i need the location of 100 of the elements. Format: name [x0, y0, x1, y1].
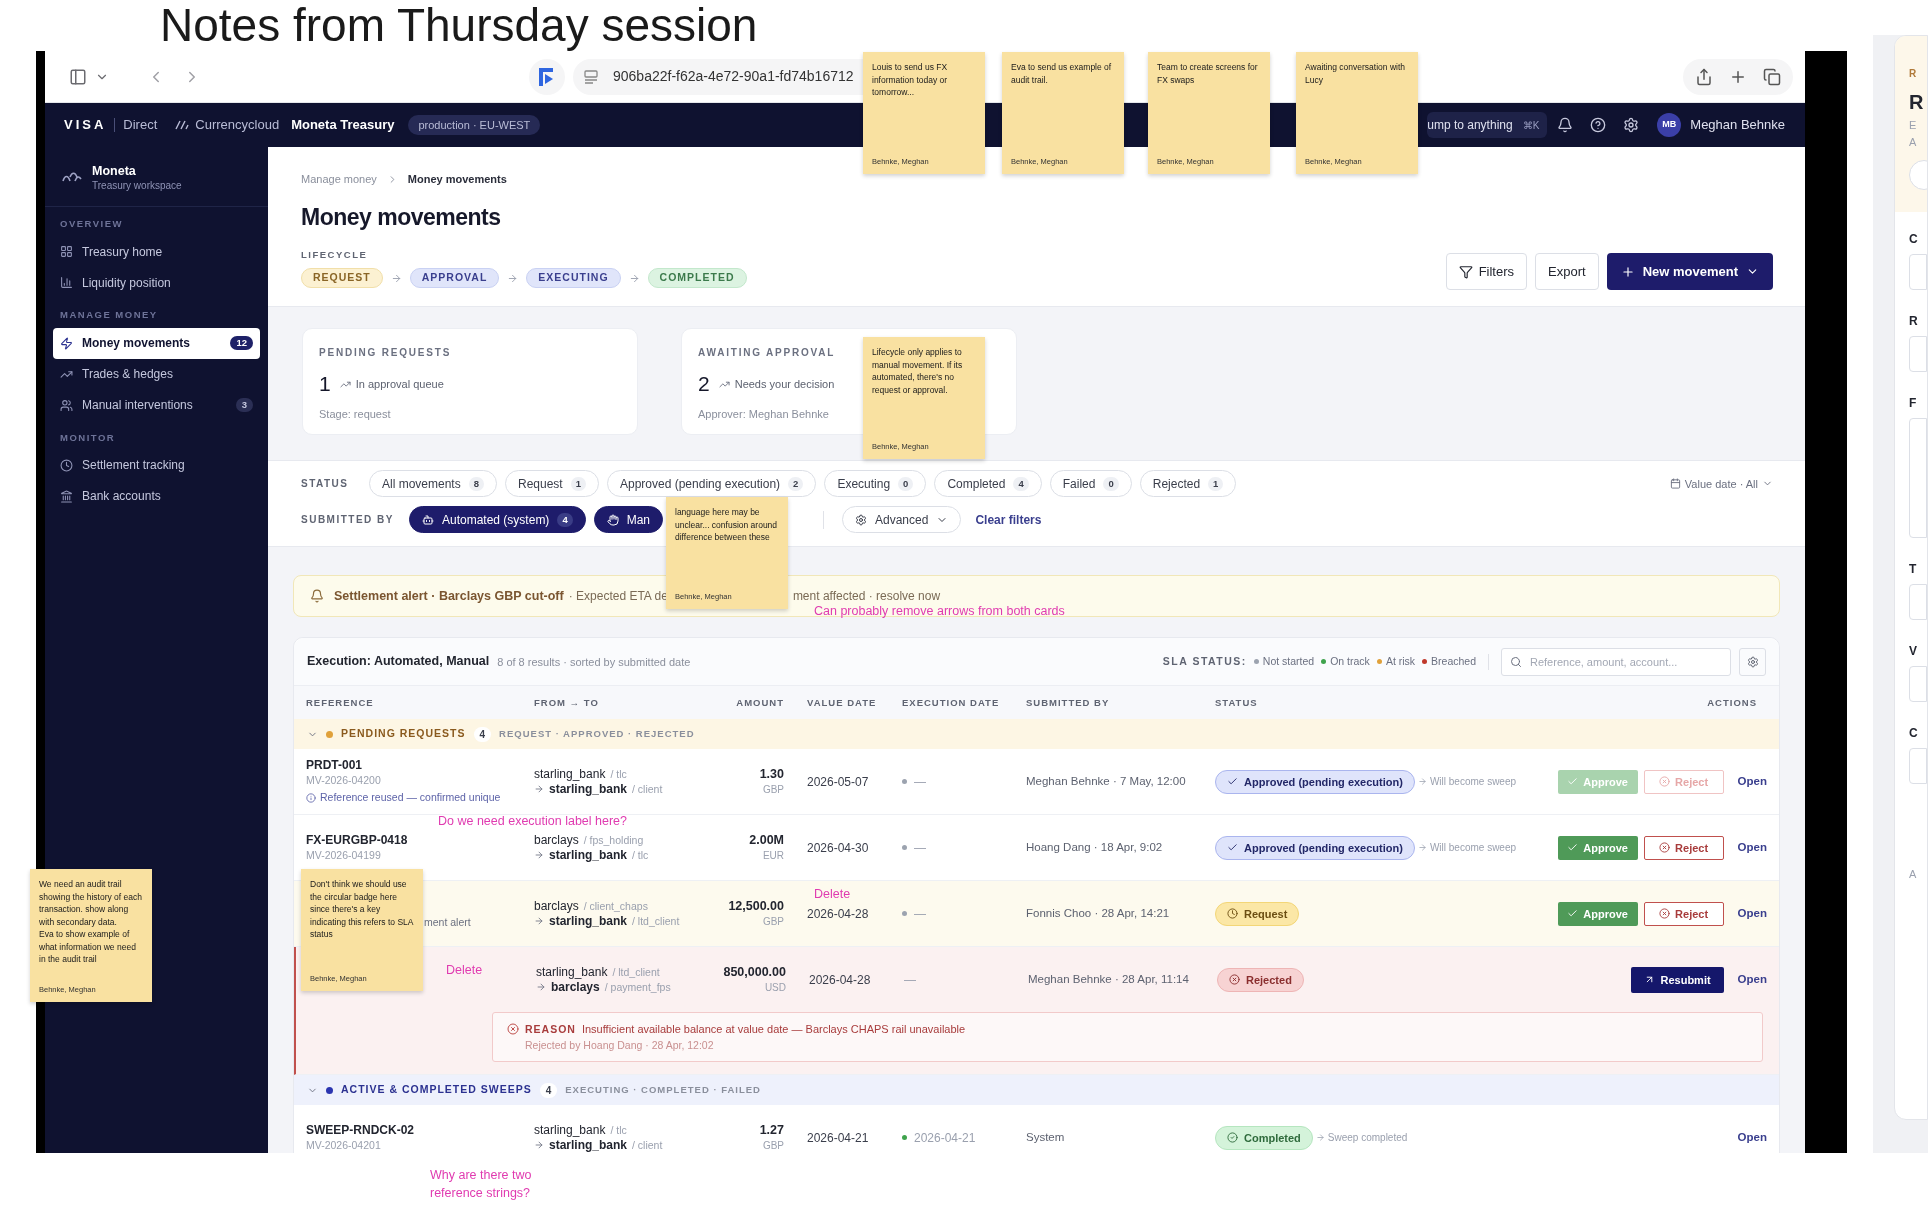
product-name: Currencycloud: [195, 116, 280, 135]
from-subaccount: / tlc: [610, 766, 627, 782]
status-filter-chip[interactable]: Approved (pending execution) 2: [607, 470, 817, 498]
nav-item[interactable]: Trades & hedges: [53, 358, 260, 390]
table-search-field[interactable]: Reference, amount, account...: [1501, 647, 1731, 676]
user-avatar[interactable]: MB: [1657, 113, 1682, 137]
group-header[interactable]: PENDING REQUESTS 4 REQUEST · APPROVED · REJECTED: [294, 719, 1779, 750]
status-filter-chip[interactable]: Executing 0: [824, 470, 927, 498]
search-field[interactable]: ump to anything ⌘K: [1427, 112, 1548, 138]
count-badge: 12: [230, 335, 253, 351]
filters-button[interactable]: Filters: [1445, 253, 1528, 291]
breadcrumb-current: Money movements: [407, 172, 507, 187]
value-date: 2026-04-28: [809, 971, 871, 989]
field-label: F: [1909, 395, 1918, 412]
from-account: barclays: [534, 898, 579, 914]
settings-icon: [855, 513, 867, 526]
nav-icon: [60, 458, 73, 472]
nav-icon: [60, 336, 73, 350]
reject-button[interactable]: Reject: [1643, 901, 1724, 926]
info-icon: [306, 792, 316, 803]
status-filter-chip[interactable]: Failed 0: [1049, 470, 1132, 498]
group-title: PENDING REQUESTS: [341, 726, 466, 742]
app-button[interactable]: [529, 58, 565, 95]
currency-code: GBP: [762, 914, 784, 929]
status-pill: Completed: [1215, 1125, 1313, 1150]
nav-item[interactable]: Settlement tracking: [53, 449, 260, 481]
nav-item[interactable]: Liquidity position: [53, 267, 260, 299]
execution-date: —: [914, 839, 926, 857]
open-link[interactable]: Open: [1737, 905, 1767, 923]
notifications-icon[interactable]: [1557, 117, 1574, 133]
input-field[interactable]: [1909, 254, 1927, 290]
input-field[interactable]: [1909, 418, 1927, 538]
date-filter-dropdown[interactable]: Value date · All: [1669, 475, 1773, 492]
submitted-by: Hoang Dang · 18 Apr, 9:02: [1026, 840, 1164, 856]
export-button[interactable]: Export: [1535, 253, 1599, 291]
nav-item[interactable]: Treasury home: [53, 236, 260, 268]
to-account: starling_bank: [549, 913, 628, 929]
bell-icon: [310, 589, 324, 604]
movement-id: MV-2026-04200: [306, 773, 382, 789]
status-filter-chip[interactable]: Completed 4: [934, 470, 1042, 498]
nav-item[interactable]: Money movements 12: [53, 327, 260, 359]
help-icon[interactable]: [1590, 117, 1607, 133]
panel-footer: A: [1909, 866, 1927, 883]
group-header[interactable]: ACTIVE & COMPLETED SWEEPS 4 EXECUTING · COMPLETED · FAILED: [294, 1075, 1779, 1106]
open-link[interactable]: Open: [1737, 1129, 1767, 1147]
nav-item[interactable]: Bank accounts: [53, 480, 260, 512]
note-text: language here may be unclear... confusion around difference between these: [675, 506, 779, 544]
reference-note: Reference reused — confirmed unique: [320, 790, 501, 806]
reject-button[interactable]: Reject: [1643, 835, 1724, 860]
share-icon[interactable]: [1695, 67, 1713, 86]
new-movement-button[interactable]: New movement: [1606, 253, 1773, 291]
nav-icon: [60, 398, 73, 412]
arrow-icon: [507, 272, 519, 284]
comment-text: Delete: [446, 962, 483, 979]
column-header: EXECUTION DATE: [902, 695, 1001, 710]
count-badge: 3: [235, 397, 253, 413]
reader-icon[interactable]: [583, 68, 599, 85]
open-link[interactable]: Open: [1737, 773, 1767, 791]
resubmit-button[interactable]: Resubmit: [1631, 966, 1724, 993]
status-filter-chip[interactable]: Rejected 1: [1139, 470, 1237, 498]
environment-badge: production · EU-WEST: [408, 114, 541, 136]
status-filter-chip[interactable]: All movements 8: [369, 470, 497, 498]
currency-code: GBP: [762, 1138, 784, 1153]
status-filter-chip[interactable]: Request 1: [505, 470, 599, 498]
input-field[interactable]: [1909, 748, 1927, 784]
input-field[interactable]: [1909, 584, 1927, 620]
input-field[interactable]: [1909, 666, 1927, 702]
open-link[interactable]: Open: [1737, 971, 1767, 989]
to-subaccount: / client: [632, 781, 663, 797]
tabs-icon[interactable]: [1763, 67, 1781, 86]
user-name[interactable]: Meghan Behnke: [1690, 115, 1785, 135]
alert-action[interactable]: ment affected · resolve now: [792, 587, 941, 606]
field-label: C: [1909, 725, 1919, 742]
open-link[interactable]: Open: [1737, 839, 1767, 857]
lifecycle-stage: REQUEST: [301, 268, 383, 289]
currency-code: GBP: [762, 782, 784, 797]
stat-label: PENDING REQUESTS: [319, 346, 452, 361]
submitter-filter-chip[interactable]: Automated (system) 4: [409, 506, 586, 534]
table-title: Execution: Automated, Manual: [307, 653, 490, 671]
url-text[interactable]: 906ba22f-f62a-4e72-90a1-fd74b16712: [613, 66, 854, 87]
legend-label: At risk: [1385, 653, 1416, 669]
board-title: Notes from Thursday session: [160, 1, 758, 49]
table-settings-button[interactable]: [1739, 647, 1766, 676]
column-header: ACTIONS: [1707, 695, 1757, 710]
product-logo-icon: [175, 120, 190, 130]
clear-filters-link[interactable]: Clear filters: [975, 510, 1042, 529]
from-subaccount: / client_chaps: [583, 898, 648, 914]
legend-label: On track: [1330, 653, 1370, 669]
plus-icon: [1620, 264, 1635, 279]
settings-icon[interactable]: [1623, 117, 1640, 133]
workspace-subtitle: Treasury workspace: [92, 179, 182, 192]
section-label: MANAGE MONEY: [59, 308, 159, 323]
nav-item[interactable]: Manual interventions 3: [53, 389, 260, 421]
from-subaccount: / fps_holding: [583, 832, 644, 848]
status-hint: Sweep completed: [1327, 1131, 1408, 1146]
alert-title: Settlement alert · Barclays GBP cut-off: [334, 587, 564, 605]
submitter-filter-chip[interactable]: Man: [593, 506, 663, 534]
field-label: R: [1909, 313, 1919, 330]
input-field[interactable]: [1909, 336, 1927, 372]
group-count: 4: [473, 726, 492, 742]
